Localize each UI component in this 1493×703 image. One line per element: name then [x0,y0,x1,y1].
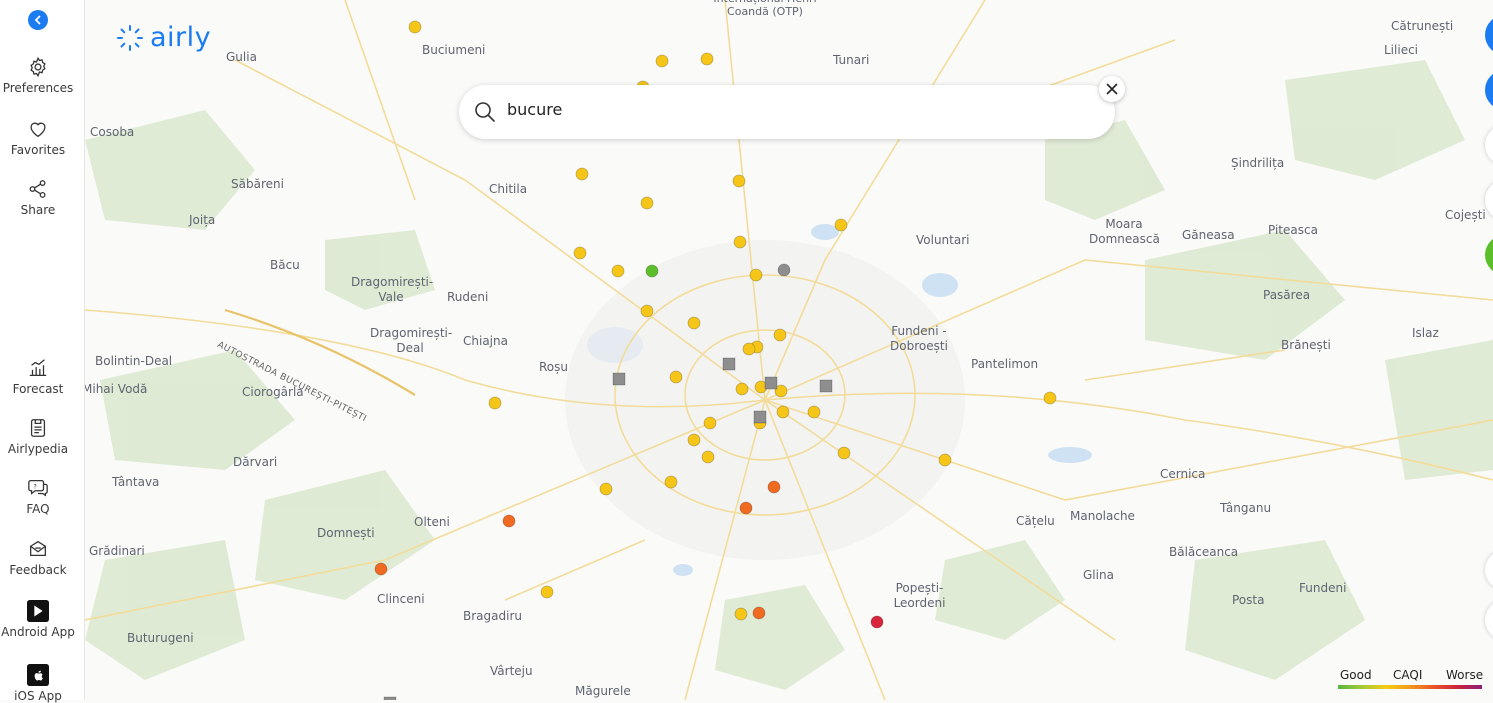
sidebar-item-label: Feedback [9,563,67,577]
station-marker-moderate[interactable] [742,342,756,356]
station-marker-moderate[interactable] [640,196,654,210]
clear-search-button[interactable] [1099,76,1125,102]
heart-icon [27,118,49,140]
sensor-no-data-marker[interactable] [612,372,626,386]
sidebar-item-label: Preferences [2,81,74,95]
sidebar-item-label: Share [20,203,56,217]
station-marker-moderate[interactable] [938,453,952,467]
station-marker-very_high[interactable] [870,615,884,629]
station-marker-moderate[interactable] [540,585,554,599]
forecast-chart-icon [27,357,49,379]
sidebar-item-favorites[interactable]: Favorites [0,118,76,157]
legend-good-label: Good [1340,668,1372,682]
station-marker-moderate[interactable] [573,246,587,260]
logo-text: airly [150,22,212,53]
sidebar-item-faq[interactable]: ? FAQ [0,477,76,516]
sidebar-item-airlypedia[interactable]: Airlypedia [0,417,76,456]
sidebar-item-preferences[interactable]: Preferences [0,56,76,95]
search-input[interactable] [505,99,1069,120]
station-marker-moderate[interactable] [700,52,714,66]
station-marker-moderate[interactable] [655,54,669,68]
gear-icon [27,56,49,78]
sidebar-item-share[interactable]: Share [0,178,76,217]
station-marker-moderate[interactable] [732,174,746,188]
search-icon [475,102,495,122]
station-marker-moderate[interactable] [488,396,502,410]
airly-logo[interactable]: airly [115,22,211,53]
legend-color-scale [1338,685,1482,689]
sidebar-item-android-app[interactable]: Android App [0,600,76,639]
station-marker-moderate[interactable] [703,416,717,430]
sidebar-item-label: Airlypedia [7,442,69,456]
station-marker-high[interactable] [767,480,781,494]
station-marker-moderate[interactable] [575,167,589,181]
sidebar-item-label: Android App [1,625,75,639]
airly-logo-icon [117,24,143,51]
station-marker-high[interactable] [739,501,753,515]
legend-scale-label: CAQI [1393,668,1423,682]
station-marker-moderate[interactable] [733,235,747,249]
sidebar-item-feedback[interactable]: Feedback [0,538,76,577]
sidebar-item-label: Forecast [12,382,64,396]
station-marker-high[interactable] [752,606,766,620]
share-icon [27,178,49,200]
station-marker-moderate[interactable] [687,433,701,447]
back-button[interactable] [28,10,48,30]
station-marker-moderate[interactable] [837,446,851,460]
caqi-legend: Good CAQI Worse [1338,668,1484,690]
legend-worse-label: Worse [1446,668,1484,682]
sidebar-item-label: iOS App [14,689,62,703]
sensor-no-data-marker[interactable] [753,410,767,424]
sensor-no-data-marker[interactable] [819,379,833,393]
station-marker-moderate[interactable] [1043,391,1057,405]
station-marker-moderate[interactable] [687,316,701,330]
chevron-left-icon [34,15,41,25]
station-marker-moderate[interactable] [611,264,625,278]
station-marker-moderate[interactable] [640,304,654,318]
station-marker-moderate[interactable] [669,370,683,384]
sidebar-item-label: Favorites [10,143,66,157]
faq-chat-icon: ? [27,477,49,499]
station-marker-moderate[interactable] [664,475,678,489]
station-marker-no_data[interactable] [777,263,791,277]
sidebar: Preferences Favorites Share Forecast Air… [0,0,85,703]
sidebar-item-forecast[interactable]: Forecast [0,357,76,396]
station-marker-moderate[interactable] [408,20,422,34]
sensor-no-data-marker[interactable] [764,376,778,390]
mail-icon [27,538,49,560]
station-marker-high[interactable] [374,562,388,576]
station-marker-moderate[interactable] [773,328,787,342]
sidebar-item-ios-app[interactable]: iOS App [0,664,76,703]
apple-icon [27,664,49,686]
station-marker-moderate[interactable] [807,405,821,419]
google-play-icon [27,600,49,622]
book-icon [27,417,49,439]
station-marker-moderate[interactable] [749,268,763,282]
station-marker-high[interactable] [502,514,516,528]
station-marker-good[interactable] [645,264,659,278]
search-bar[interactable] [459,85,1115,139]
station-marker-moderate[interactable] [776,405,790,419]
svg-text:?: ? [33,482,36,490]
sensor-no-data-marker[interactable] [722,357,736,371]
sidebar-item-label: FAQ [26,502,50,516]
station-marker-moderate[interactable] [734,607,748,621]
station-marker-moderate[interactable] [701,450,715,464]
station-marker-moderate[interactable] [735,382,749,396]
close-icon [1106,83,1118,95]
station-marker-moderate[interactable] [834,218,848,232]
station-marker-moderate[interactable] [599,482,613,496]
